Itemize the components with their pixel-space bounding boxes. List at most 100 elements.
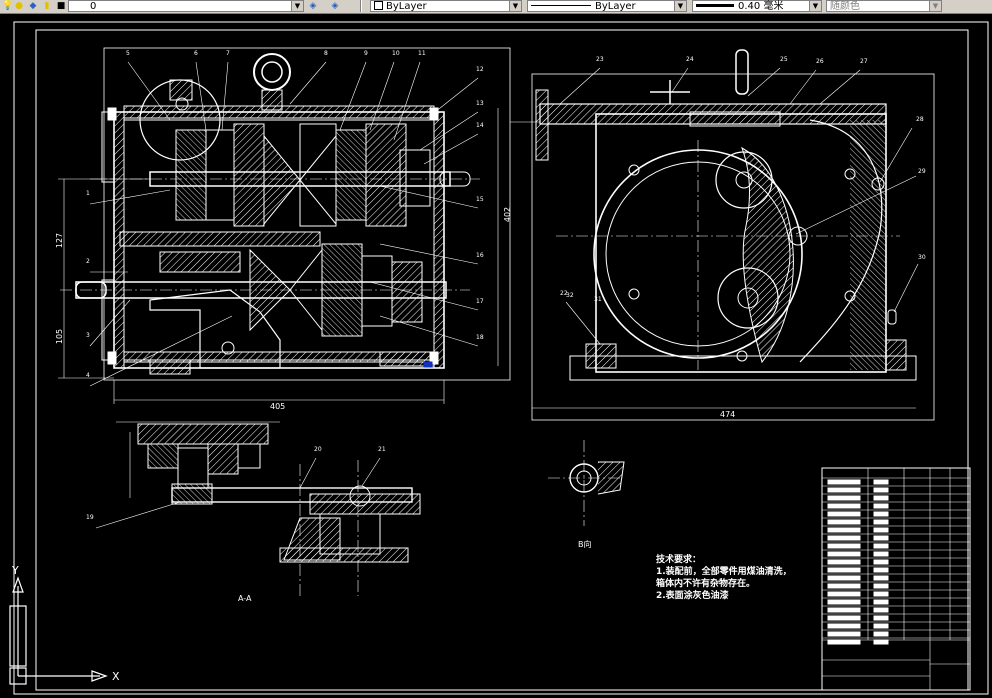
parts-list-text-mark <box>827 615 861 621</box>
parts-list-text-mark <box>827 599 861 605</box>
part-number-label: 6 <box>194 50 198 57</box>
part-number-label: 31 <box>594 296 602 303</box>
parts-list-text-mark <box>873 615 889 621</box>
lightbulb-icon[interactable]: 💡 <box>2 1 13 11</box>
part-number-label: 1 <box>86 190 90 197</box>
parts-list-text-mark <box>873 487 889 493</box>
chevron-down-icon[interactable]: ▼ <box>674 1 686 11</box>
parts-list-text-mark <box>827 551 861 557</box>
ucs-icon <box>9 576 108 685</box>
lock-icon[interactable]: ▮ <box>42 1 52 11</box>
part-number-label: 26 <box>816 58 824 65</box>
drawing-canvas[interactable]: 1 2 3 4 5 6 7 8 9 10 11 12 13 14 15 16 17 18 19 20 21 22 23 24 2… <box>0 14 992 698</box>
tech-req-line-3: 2.表面涂灰色油漆 <box>656 591 729 601</box>
part-number-label: 7 <box>226 50 230 57</box>
lineweight-sample <box>696 4 734 7</box>
part-number-label: 15 <box>476 196 484 203</box>
lineweight-control-value: 0.40 毫米 <box>738 1 784 12</box>
technical-requirements: 技术要求： 1.装配前，全部零件用煤油清洗， 箱体内不许有杂物存在。 2.表面涂… <box>656 554 792 602</box>
part-number-label: 12 <box>476 66 484 73</box>
parts-list-text-mark <box>873 511 889 517</box>
cad-drawing <box>9 21 989 695</box>
ucs-x-label: X <box>112 670 120 683</box>
parts-list-text-mark <box>827 503 861 509</box>
parts-list-text-mark <box>873 551 889 557</box>
dimension-left-upper: 127 <box>55 232 65 249</box>
parts-list-text-mark <box>873 527 889 533</box>
sun-icon[interactable]: ● <box>14 1 24 11</box>
plotstyle-control-value: 随颜色 <box>830 1 860 12</box>
part-number-label: 20 <box>314 446 322 453</box>
dimension-left-lower: 105 <box>55 328 65 345</box>
part-number-label: 9 <box>364 50 368 57</box>
parts-list-text-mark <box>873 495 889 501</box>
part-number-label: 5 <box>126 50 130 57</box>
part-number-label: 2 <box>86 258 90 265</box>
part-number-label: 29 <box>918 168 926 175</box>
parts-list-text-mark <box>827 495 861 501</box>
part-number-label: 16 <box>476 252 484 259</box>
parts-list-text-mark <box>827 591 861 597</box>
linetype-control-dropdown[interactable]: ByLayer ▼ <box>527 0 687 12</box>
parts-list-text-mark <box>827 623 861 629</box>
part-number-label: 10 <box>392 50 400 57</box>
part-number-label: 13 <box>476 100 484 107</box>
parts-list-text-mark <box>827 487 861 493</box>
make-current-layer-icon[interactable]: ◈ <box>308 1 318 11</box>
parts-list-text-mark <box>827 535 861 541</box>
parts-list-text-mark <box>873 519 889 525</box>
part-number-label: 30 <box>918 254 926 261</box>
tech-req-line-2: 箱体内不许有杂物存在。 <box>656 579 756 589</box>
part-number-label: 8 <box>324 50 328 57</box>
parts-list-text-mark <box>827 559 861 565</box>
parts-list-text-mark <box>827 479 861 485</box>
lineweight-control-dropdown[interactable]: 0.40 毫米 ▼ <box>692 0 822 12</box>
part-number-label: 28 <box>916 116 924 123</box>
color-control-value: ByLayer <box>386 1 427 12</box>
plotstyle-control-dropdown[interactable]: 随颜色 ▼ <box>826 0 942 12</box>
part-number-label: 14 <box>476 122 484 129</box>
parts-list-text-mark <box>873 591 889 597</box>
chevron-down-icon[interactable]: ▼ <box>809 1 821 11</box>
part-number-label: 17 <box>476 298 484 305</box>
chevron-down-icon[interactable]: ▼ <box>291 1 303 11</box>
parts-list-text-mark <box>827 575 861 581</box>
view-label-section: A-A <box>238 594 252 603</box>
layer-dropdown[interactable]: 0 ▼ <box>68 0 304 12</box>
layer-dropdown-value: 0 <box>90 1 97 12</box>
parts-list-text-mark <box>873 575 889 581</box>
properties-toolbar: 💡 ● ◆ ▮ ■ 0 ▼ ◈ ◈ ByLayer ▼ ByLayer ▼ 0.… <box>0 0 992 14</box>
freeze-icon[interactable]: ◆ <box>28 1 38 11</box>
parts-list-text-mark <box>873 639 889 645</box>
dimension-right-height: 402 <box>503 206 513 223</box>
layer-previous-icon[interactable]: ◈ <box>330 1 340 11</box>
chevron-down-icon[interactable]: ▼ <box>929 1 941 11</box>
parts-list-text-mark <box>827 543 861 549</box>
view-label-detail: B向 <box>578 540 592 549</box>
parts-list-text-mark <box>873 599 889 605</box>
dimension-main-width: 405 <box>270 402 286 411</box>
linetype-control-value: ByLayer <box>595 1 636 12</box>
parts-list-text-mark <box>827 639 861 645</box>
part-number-label: 4 <box>86 372 90 379</box>
color-swatch-icon <box>374 1 383 10</box>
color-control-dropdown[interactable]: ByLayer ▼ <box>370 0 522 12</box>
parts-list-text-mark <box>827 511 861 517</box>
parts-list-text-mark <box>827 527 861 533</box>
linetype-sample <box>531 5 591 6</box>
parts-list-text-mark <box>873 567 889 573</box>
side-view <box>510 49 935 421</box>
part-number-label: 3 <box>86 332 90 339</box>
detail-view-b <box>548 440 625 526</box>
parts-list-text-mark <box>827 583 861 589</box>
parts-list-text-mark <box>827 607 861 613</box>
part-number-label: 21 <box>378 446 386 453</box>
chevron-down-icon[interactable]: ▼ <box>509 1 521 11</box>
parts-list-rows <box>822 477 970 645</box>
ucs-y-label: Y <box>12 564 19 577</box>
section-view-a-a <box>95 421 421 596</box>
parts-list-text-mark <box>873 535 889 541</box>
parts-list-text-mark <box>827 519 861 525</box>
dimension-side-width: 474 <box>720 410 736 419</box>
color-swatch-icon[interactable]: ■ <box>56 1 66 11</box>
